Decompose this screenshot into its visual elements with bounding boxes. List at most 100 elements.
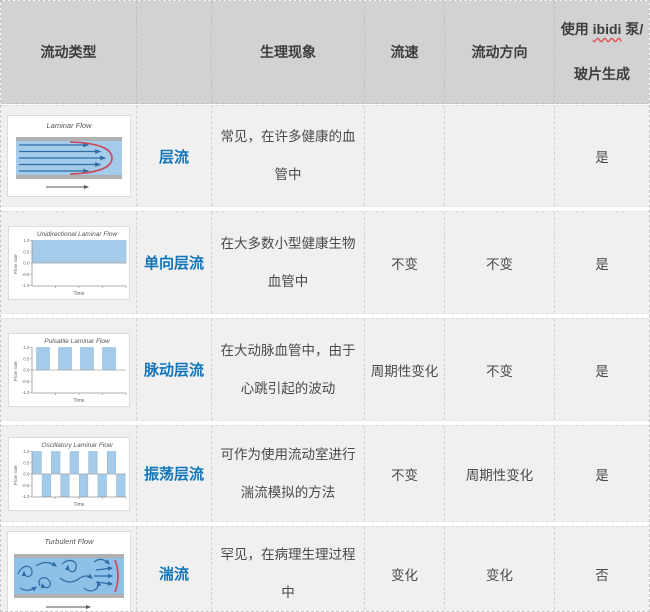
velocity-value: 变化 (391, 564, 418, 584)
x-axis-label: Time (73, 291, 84, 297)
y-tick: -1.0 (21, 283, 29, 288)
cell-direction: 不变 (444, 319, 554, 420)
flow-type-label: 层流 (159, 146, 189, 167)
flow-type-label: 振荡层流 (144, 463, 204, 484)
ibidi-value: 是 (595, 253, 609, 273)
table-row: Laminar Flow 层流 常见，在许多健康的血管中 是 (1, 105, 649, 207)
ibidi-value: 是 (595, 360, 609, 380)
cell-figure-unidirectional: Unidirectional Laminar Flow Flow rate 1.… (1, 212, 136, 313)
table-row: Unidirectional Laminar Flow Flow rate 1.… (1, 211, 649, 314)
unidirectional-flow-chart-figure: Unidirectional Laminar Flow Flow rate 1.… (8, 226, 130, 300)
cell-velocity: 变化 (364, 527, 444, 612)
x-axis-label: Time (73, 502, 84, 508)
y-tick: 0.5 (23, 460, 30, 465)
cell-direction: 不变 (444, 212, 554, 313)
y-tick-labels: 1.0 0.5 0.0 -0.5 -1.0 (21, 238, 29, 288)
header-flow-type: 流动类型 (1, 1, 136, 103)
ibidi-value: 是 (595, 146, 609, 166)
cell-direction: 周期性变化 (444, 426, 554, 521)
header-ibidi-prefix: 使用 (561, 21, 593, 37)
y-tick: 0.0 (23, 367, 30, 372)
header-direction: 流动方向 (444, 1, 554, 103)
y-tick: 0.5 (23, 249, 30, 254)
cell-ibidi: 是 (554, 426, 649, 521)
figure-title: Turbulent Flow (44, 537, 94, 546)
y-tick: -0.5 (21, 482, 29, 487)
cell-direction (444, 106, 554, 206)
cell-figure-laminar: Laminar Flow (1, 106, 136, 206)
cell-figure-pulsatile: Pulsatile Laminar Flow Flow rate 1.0 (1, 319, 136, 420)
y-tick: 0.0 (23, 471, 30, 476)
cell-phenomenon: 常见，在许多健康的血管中 (211, 106, 364, 206)
channel-wall-bottom (16, 175, 122, 179)
figure-title: Oscillatory Laminar Flow (41, 442, 113, 449)
cell-phenomenon: 罕见，在病理生理过程中 (211, 527, 364, 612)
table-row: Pulsatile Laminar Flow Flow rate 1.0 (1, 318, 649, 421)
cell-flow-type: 层流 (136, 106, 211, 206)
ibidi-value: 是 (595, 464, 609, 484)
phenomenon-text: 在大多数小型健康生物血管中 (214, 225, 362, 301)
table-header: 流动类型 生理现象 流速 流动方向 使用 ibidi 泵/ 玻片生成 (1, 1, 649, 104)
cell-phenomenon: 可作为使用流动室进行湍流模拟的方法 (211, 426, 364, 521)
channel-wall-bottom (14, 594, 124, 598)
y-tick-labels: 1.0 0.5 0.0 -0.5 -1.0 (21, 449, 29, 499)
cell-flow-type: 单向层流 (136, 212, 211, 313)
cell-flow-type: 湍流 (136, 527, 211, 612)
flow-type-label: 单向层流 (144, 252, 204, 273)
direction-value: 不变 (486, 253, 513, 273)
header-velocity: 流速 (364, 1, 444, 103)
cell-direction: 变化 (444, 527, 554, 612)
y-tick: 0.0 (23, 260, 30, 265)
flow-types-table: 流动类型 生理现象 流速 流动方向 使用 ibidi 泵/ 玻片生成 Lamin… (0, 0, 650, 612)
y-tick: -1.0 (21, 494, 29, 499)
laminar-flow-figure: Laminar Flow (7, 115, 131, 197)
cell-flow-type: 脉动层流 (136, 319, 211, 420)
constant-flow-area (32, 240, 126, 263)
phenomenon-text: 可作为使用流动室进行湍流模拟的方法 (214, 436, 362, 512)
velocity-value: 周期性变化 (371, 360, 439, 380)
turbulent-flow-figure: Turbulent Flow (7, 531, 131, 612)
direction-value: 变化 (486, 564, 513, 584)
cell-velocity: 不变 (364, 426, 444, 521)
ibidi-value: 否 (595, 564, 609, 584)
header-empty (136, 1, 211, 103)
cell-ibidi: 是 (554, 319, 649, 420)
velocity-value: 不变 (391, 464, 418, 484)
y-axis-label: Flow rate (13, 360, 19, 380)
cell-figure-oscillatory: Oscillatory Laminar Flow Flow rate (1, 426, 136, 521)
y-tick: 0.5 (23, 356, 30, 361)
table-row: Oscillatory Laminar Flow Flow rate (1, 425, 649, 522)
channel-wall-top (16, 137, 122, 141)
header-flow-type-label: 流动类型 (41, 42, 97, 62)
header-velocity-label: 流速 (391, 42, 419, 62)
table-row: Turbulent Flow (1, 526, 649, 612)
cell-figure-turbulent: Turbulent Flow (1, 527, 136, 612)
header-ibidi-line2: 玻片生成 (574, 66, 630, 82)
channel-wall-top (14, 554, 124, 558)
y-tick: -0.5 (21, 271, 29, 276)
header-phenomenon: 生理现象 (211, 1, 364, 103)
phenomenon-text: 在大动脉血管中，由于心跳引起的波动 (214, 332, 362, 408)
figure-title: Unidirectional Laminar Flow (36, 231, 118, 238)
cell-ibidi: 是 (554, 106, 649, 206)
x-axis-label: Time (73, 398, 84, 404)
y-tick: -1.0 (21, 390, 29, 395)
cell-phenomenon: 在大多数小型健康生物血管中 (211, 212, 364, 313)
flow-type-label: 湍流 (159, 563, 189, 584)
flow-type-label: 脉动层流 (144, 359, 204, 380)
y-tick: 1.0 (23, 449, 30, 454)
direction-value: 不变 (486, 360, 513, 380)
y-tick: 1.0 (23, 238, 30, 243)
header-direction-label: 流动方向 (472, 42, 528, 62)
y-tick-labels: 1.0 0.5 0.0 -0.5 -1.0 (21, 345, 29, 395)
cell-ibidi: 是 (554, 212, 649, 313)
phenomenon-text: 罕见，在病理生理过程中 (214, 536, 362, 612)
pulse-bars (36, 347, 115, 370)
header-ibidi-word-misspelled: ibidi (593, 21, 622, 37)
header-phenomenon-label: 生理现象 (260, 42, 316, 62)
figure-title: Pulsatile Laminar Flow (44, 338, 111, 345)
pulsatile-flow-chart-figure: Pulsatile Laminar Flow Flow rate 1.0 (8, 333, 130, 407)
cell-velocity: 周期性变化 (364, 319, 444, 420)
y-tick: -0.5 (21, 378, 29, 383)
y-axis-label: Flow rate (13, 253, 19, 273)
